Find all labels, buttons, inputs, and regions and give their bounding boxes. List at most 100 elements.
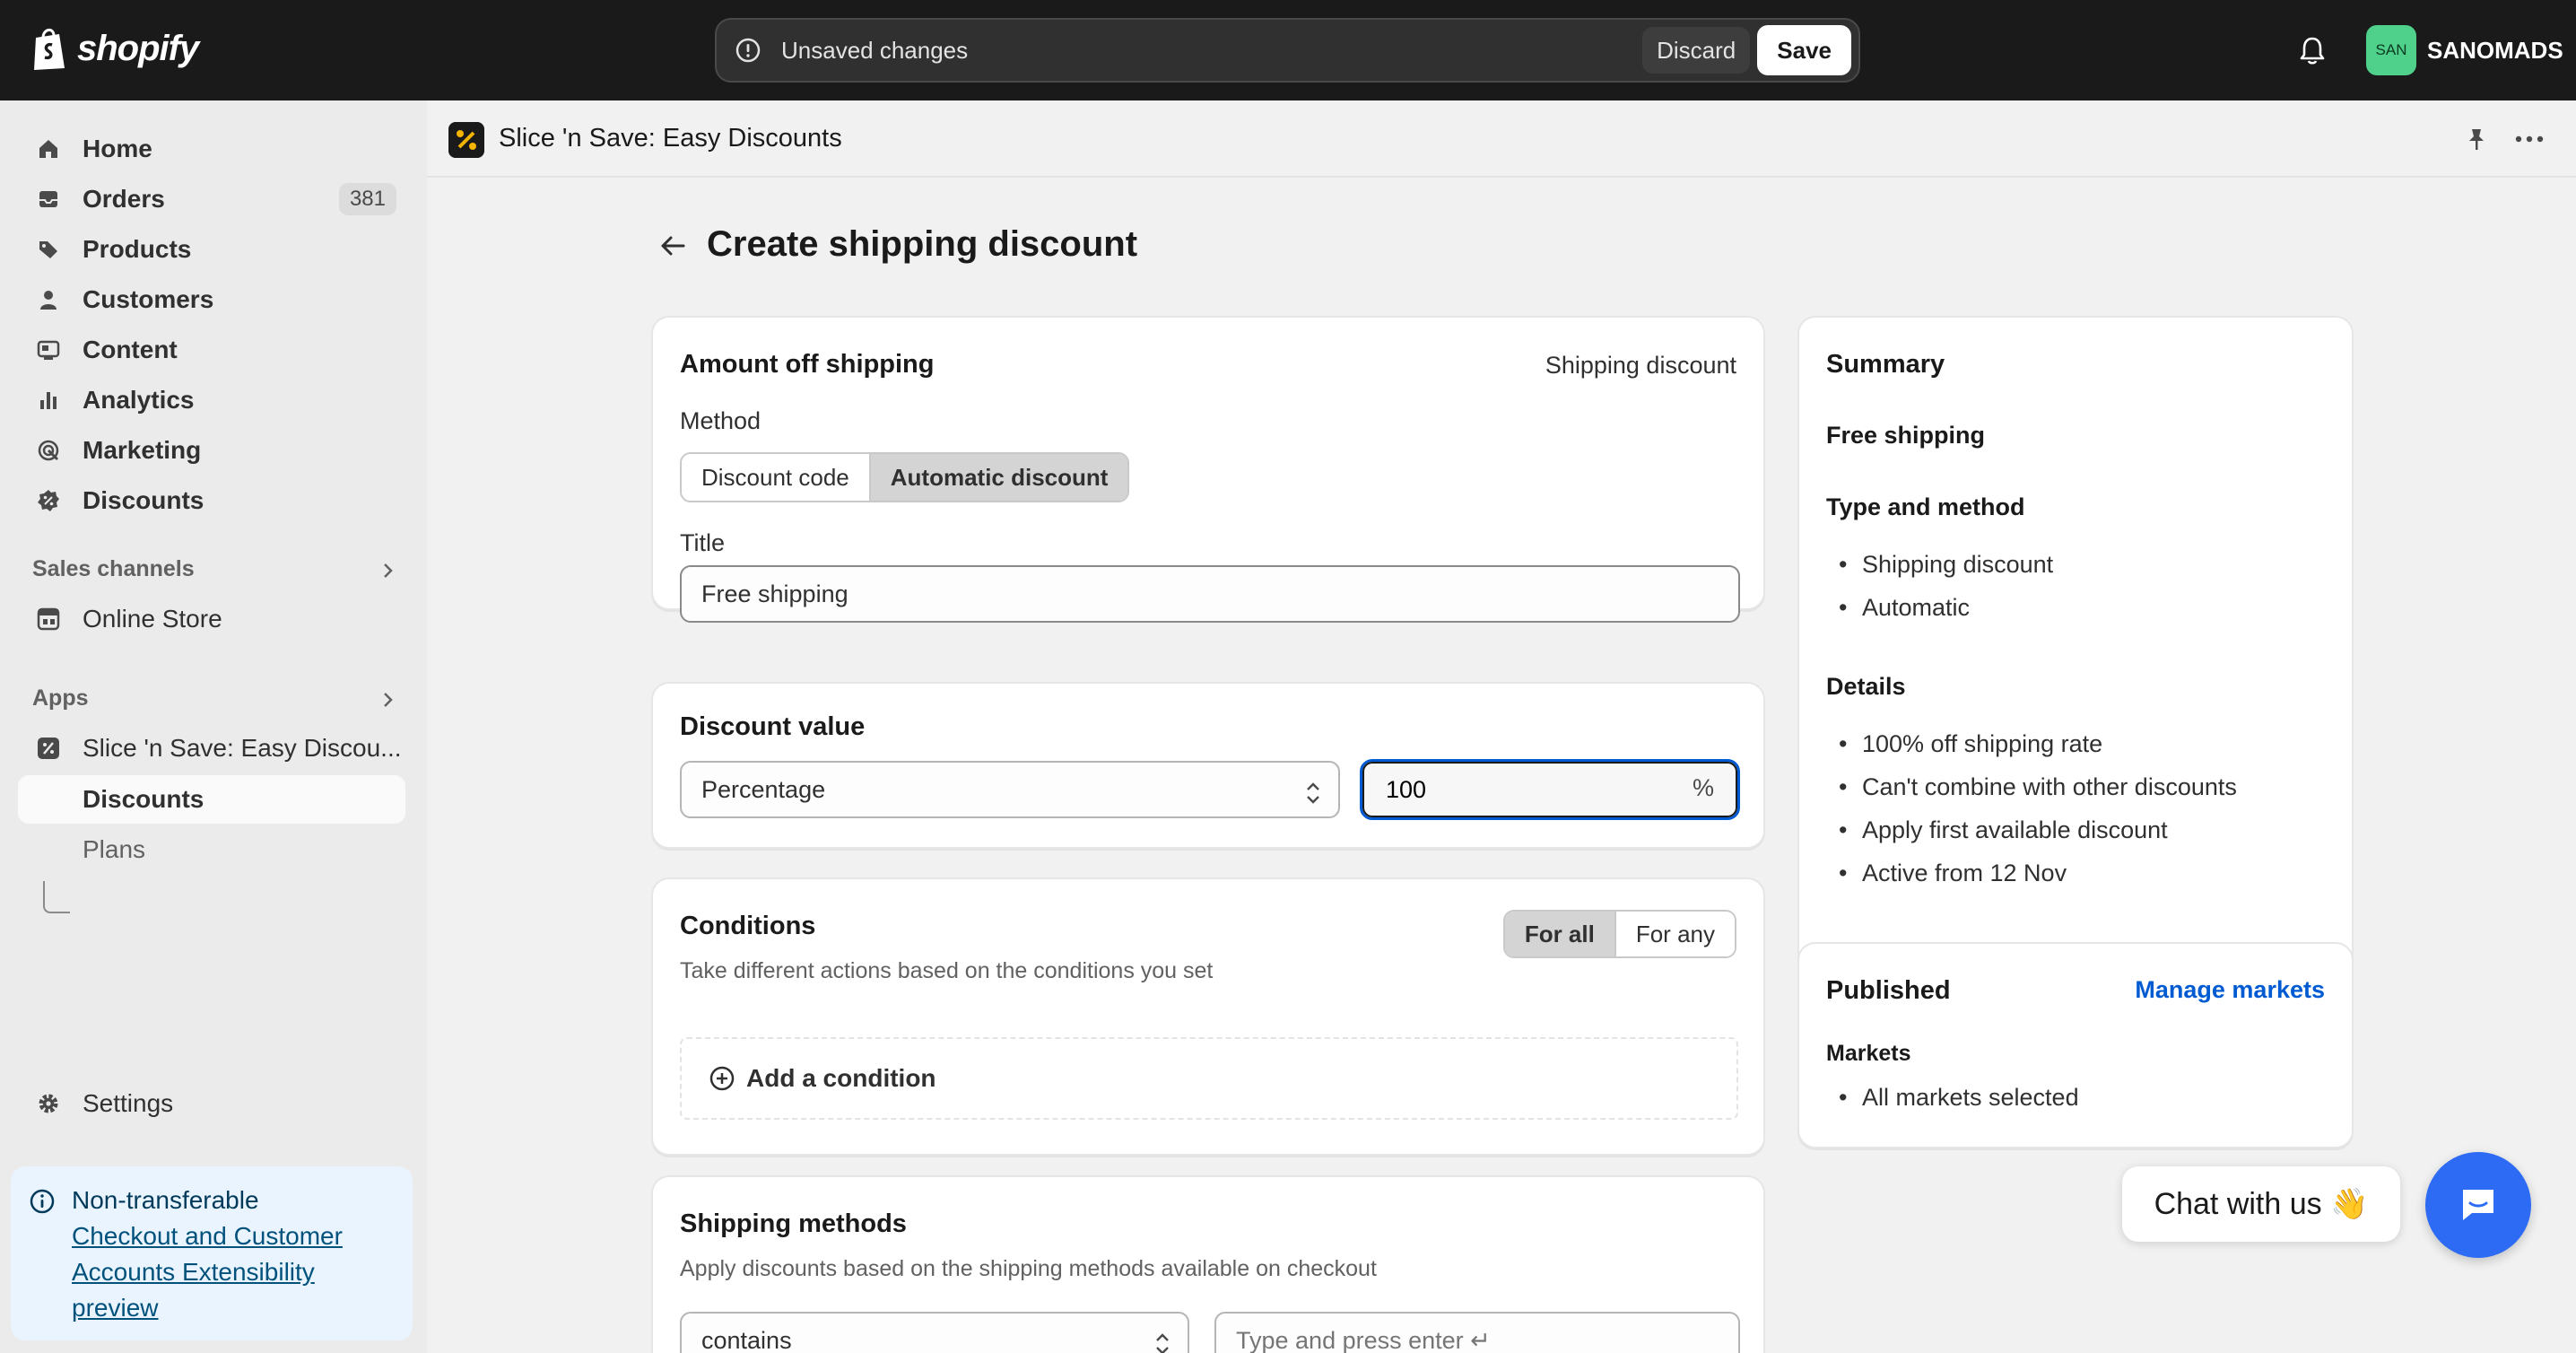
discount-type-select[interactable]: Percentage — [680, 761, 1340, 818]
bell-icon[interactable] — [2296, 34, 2328, 66]
sidebar-item-analytics[interactable]: Analytics — [18, 377, 405, 423]
tag-icon — [39, 241, 57, 258]
discard-button[interactable]: Discard — [1642, 27, 1751, 74]
sidebar-item-label: Analytics — [83, 386, 195, 414]
summary-list-item: Shipping discount — [1839, 551, 2053, 579]
unsaved-changes-bar: Unsaved changes Discard Save — [715, 18, 1860, 83]
conditions-toggle: For all For any — [1502, 910, 1736, 958]
more-horizontal-icon[interactable] — [2513, 126, 2546, 153]
operator-select[interactable]: contains — [680, 1312, 1189, 1353]
page-title: Create shipping discount — [707, 224, 1138, 264]
add-condition-button[interactable]: Add a condition — [709, 1064, 936, 1093]
arrow-left-icon[interactable] — [657, 230, 689, 262]
sidebar-item-orders[interactable]: Orders 381 — [18, 176, 405, 223]
card-title: Published — [1826, 976, 1951, 1005]
app-logo-icon — [448, 122, 484, 158]
sidebar-item-online-store[interactable]: Online Store — [18, 596, 405, 642]
chat-launcher-button[interactable] — [2425, 1152, 2531, 1258]
sidebar-item-label: Marketing — [83, 436, 202, 464]
gear-icon — [39, 1094, 58, 1113]
plus-circle-icon — [709, 1066, 735, 1091]
store-avatar: SAN — [2366, 25, 2416, 75]
chat-with-us-bubble[interactable]: Chat with us 👋 — [2122, 1166, 2400, 1242]
store-icon — [37, 607, 60, 631]
shopify-bag-icon — [34, 29, 65, 70]
home-icon — [39, 140, 57, 158]
card-title: Discount value — [680, 712, 866, 741]
apps-heading: Apps — [32, 685, 89, 711]
shipping-method-input[interactable] — [1214, 1312, 1740, 1353]
chevron-right-icon[interactable] — [377, 560, 398, 581]
app-title: Slice 'n Save: Easy Discounts — [499, 124, 842, 153]
brand-name: shopify — [77, 28, 199, 68]
inbox-icon — [39, 191, 57, 207]
unsaved-changes-text: Unsaved changes — [781, 36, 969, 64]
discount-icon — [38, 490, 59, 511]
sidebar-item-label: Plans — [83, 835, 146, 863]
sales-channels-heading: Sales channels — [32, 556, 195, 581]
bar-chart-icon — [40, 392, 57, 409]
notice-link[interactable]: Checkout and Customer Accounts Extensibi… — [72, 1218, 395, 1326]
sidebar-item-content[interactable]: Content — [18, 327, 405, 373]
person-icon — [40, 291, 57, 310]
automatic-discount-option[interactable]: Automatic discount — [868, 454, 1128, 501]
chat-icon — [2463, 1190, 2493, 1220]
card-title: Amount off shipping — [680, 350, 935, 379]
shopify-logo[interactable]: shopify — [30, 25, 199, 72]
orders-count-badge: 381 — [338, 183, 396, 215]
sidebar-item-settings[interactable]: Settings — [18, 1080, 405, 1127]
card-title: Summary — [1826, 350, 1945, 379]
select-arrows-icon — [1156, 1333, 1169, 1353]
for-all-option[interactable]: For all — [1504, 912, 1614, 956]
target-icon — [38, 440, 59, 461]
summary-list-item: Active from 12 Nov — [1839, 860, 2067, 887]
for-any-option[interactable]: For any — [1614, 912, 1735, 956]
discount-type-label: Shipping discount — [1545, 352, 1736, 379]
published-card: Published Manage markets Markets All mar… — [1797, 942, 2354, 1148]
app-icon — [38, 738, 59, 759]
card-title: Conditions — [680, 912, 816, 940]
sidebar-item-customers[interactable]: Customers — [18, 276, 405, 323]
title-label: Title — [680, 529, 726, 556]
sidebar-item-app-discounts[interactable]: Discounts — [18, 775, 405, 824]
summary-card: Summary Free shipping Type and method Sh… — [1797, 316, 2354, 1025]
sidebar-item-app-plans[interactable]: Plans — [18, 825, 405, 874]
save-button[interactable]: Save — [1757, 25, 1851, 75]
markets-heading: Markets — [1826, 1041, 1911, 1066]
manage-markets-link[interactable]: Manage markets — [2135, 976, 2325, 1004]
sidebar-item-home[interactable]: Home — [18, 126, 405, 172]
sidebar-item-label: Customers — [83, 285, 214, 313]
summary-discount-title: Free shipping — [1826, 422, 1986, 449]
title-input[interactable] — [680, 565, 1740, 623]
pin-icon[interactable] — [2463, 126, 2490, 153]
chevron-right-icon[interactable] — [377, 689, 398, 711]
discount-code-option[interactable]: Discount code — [682, 454, 869, 501]
alert-circle-icon — [735, 38, 761, 63]
top-bar: shopify Unsaved changes Discard Save SAN… — [0, 0, 2576, 100]
amount-input[interactable] — [1362, 762, 1737, 817]
sidebar-item-marketing[interactable]: Marketing — [18, 427, 405, 474]
card-title: Shipping methods — [680, 1209, 907, 1238]
content-icon — [37, 340, 60, 360]
conditions-description: Take different actions based on the cond… — [680, 958, 1214, 983]
sidebar-item-label: Discounts — [83, 486, 205, 514]
summary-list-item: Automatic — [1839, 594, 1970, 622]
sidebar-item-discounts[interactable]: Discounts — [18, 477, 405, 524]
main-content: Slice 'n Save: Easy Discounts Create shi… — [427, 100, 2576, 1353]
summary-list-item: Apply first available discount — [1839, 816, 2168, 844]
summary-list-item: Can't combine with other discounts — [1839, 773, 2237, 801]
sidebar-item-label: Settings — [83, 1089, 174, 1117]
tree-connector — [43, 881, 70, 913]
select-value: Percentage — [701, 775, 826, 803]
amount-off-shipping-card: Amount off shipping Shipping discount Me… — [651, 316, 1765, 623]
sidebar-item-label: Content — [83, 336, 178, 363]
sidebar-item-products[interactable]: Products — [18, 226, 405, 273]
sidebar-item-label: Slice 'n Save: Easy Discou... — [83, 734, 402, 762]
store-menu[interactable]: SAN SANOMADS — [2366, 25, 2563, 75]
method-label: Method — [680, 407, 761, 434]
type-method-heading: Type and method — [1826, 493, 2025, 520]
info-icon — [30, 1189, 55, 1214]
sidebar-item-label: Online Store — [83, 605, 222, 633]
sidebar-item-app[interactable]: Slice 'n Save: Easy Discou... — [18, 725, 405, 772]
preview-notice: Non-transferable Checkout and Customer A… — [11, 1166, 413, 1340]
